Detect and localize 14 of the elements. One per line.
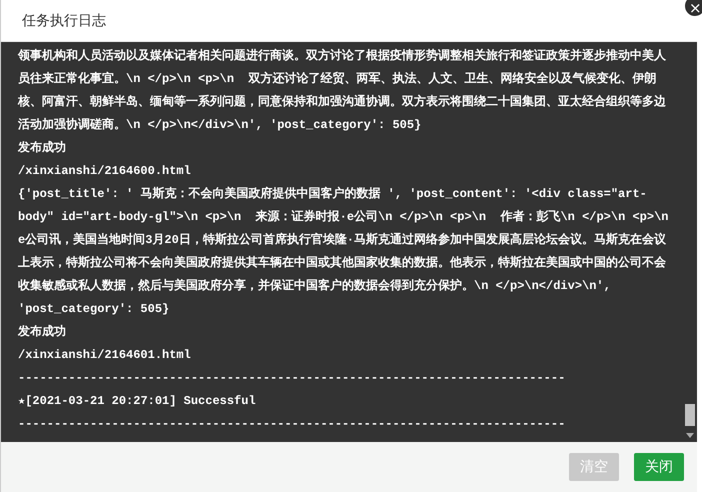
close-dialog-button[interactable]: 关闭 xyxy=(634,453,684,481)
log-line: /xinxianshi/2164601.html xyxy=(18,347,192,364)
log-line: ---------------------------------------------------------------------------- xyxy=(18,416,566,433)
log-line: 发布成功 xyxy=(18,140,67,157)
log-line: ★[2021-03-21 20:27:01] Successful xyxy=(18,393,257,410)
scroll-down-icon[interactable] xyxy=(685,430,695,440)
log-line: /xinxianshi/2164600.html xyxy=(18,163,192,180)
log-line: {'post_title': ' 马斯克：不会向美国政府提供中国客户的数据 ', 'post_content': '<div class="art-body" id="art-body-gl">\n <p>\n 来源：证券时报·e公司\n </p>\n <p>\n 作者：彭飞\n </p>\n <p>\n e公司讯，美国当地时间3月20日，特斯拉公司首席执行官埃隆·马斯克通过网络参加中国发展高层论坛会议。马斯克在会议上表示，特斯拉公司将不会向美国政府提供其车辆在中国或其他国家收集的数据。他表示，特斯拉在美国或中国的公司不会收集敏感或私人数据，然后与美国政府分享，并保证中国客户的数据会得到充分保护。\n </p>\n</div>\n', 'post_category': 505} xyxy=(18,186,670,318)
log-line: 领事机构和人员活动以及媒体记者相关问题进行商谈。双方讨论了根据疫情形势调整相关旅行和签证政策并逐步推动中美人员往来正常化事宜。\n </p>\n <p>\n 双方还讨论了经贸、两军、执法、人文、卫生、网络安全以及气候变化、伊朗核、阿富汗、朝鲜半岛、缅甸等一系列问题，同意保持和加强沟通协调。双方表示将围绕二十国集团、亚太经合组织等多边活动加强协调磋商。\n </p>\n</div>\n', 'post_category': 505} xyxy=(18,48,667,134)
dialog-title: 任务执行日志 xyxy=(22,12,106,30)
close-button[interactable]: × xyxy=(683,0,702,18)
log-line: 发布成功 xyxy=(18,324,67,341)
scrollbar-thumb[interactable] xyxy=(685,404,695,426)
log-line: ---------------------------------------------------------------------------- xyxy=(18,370,566,387)
